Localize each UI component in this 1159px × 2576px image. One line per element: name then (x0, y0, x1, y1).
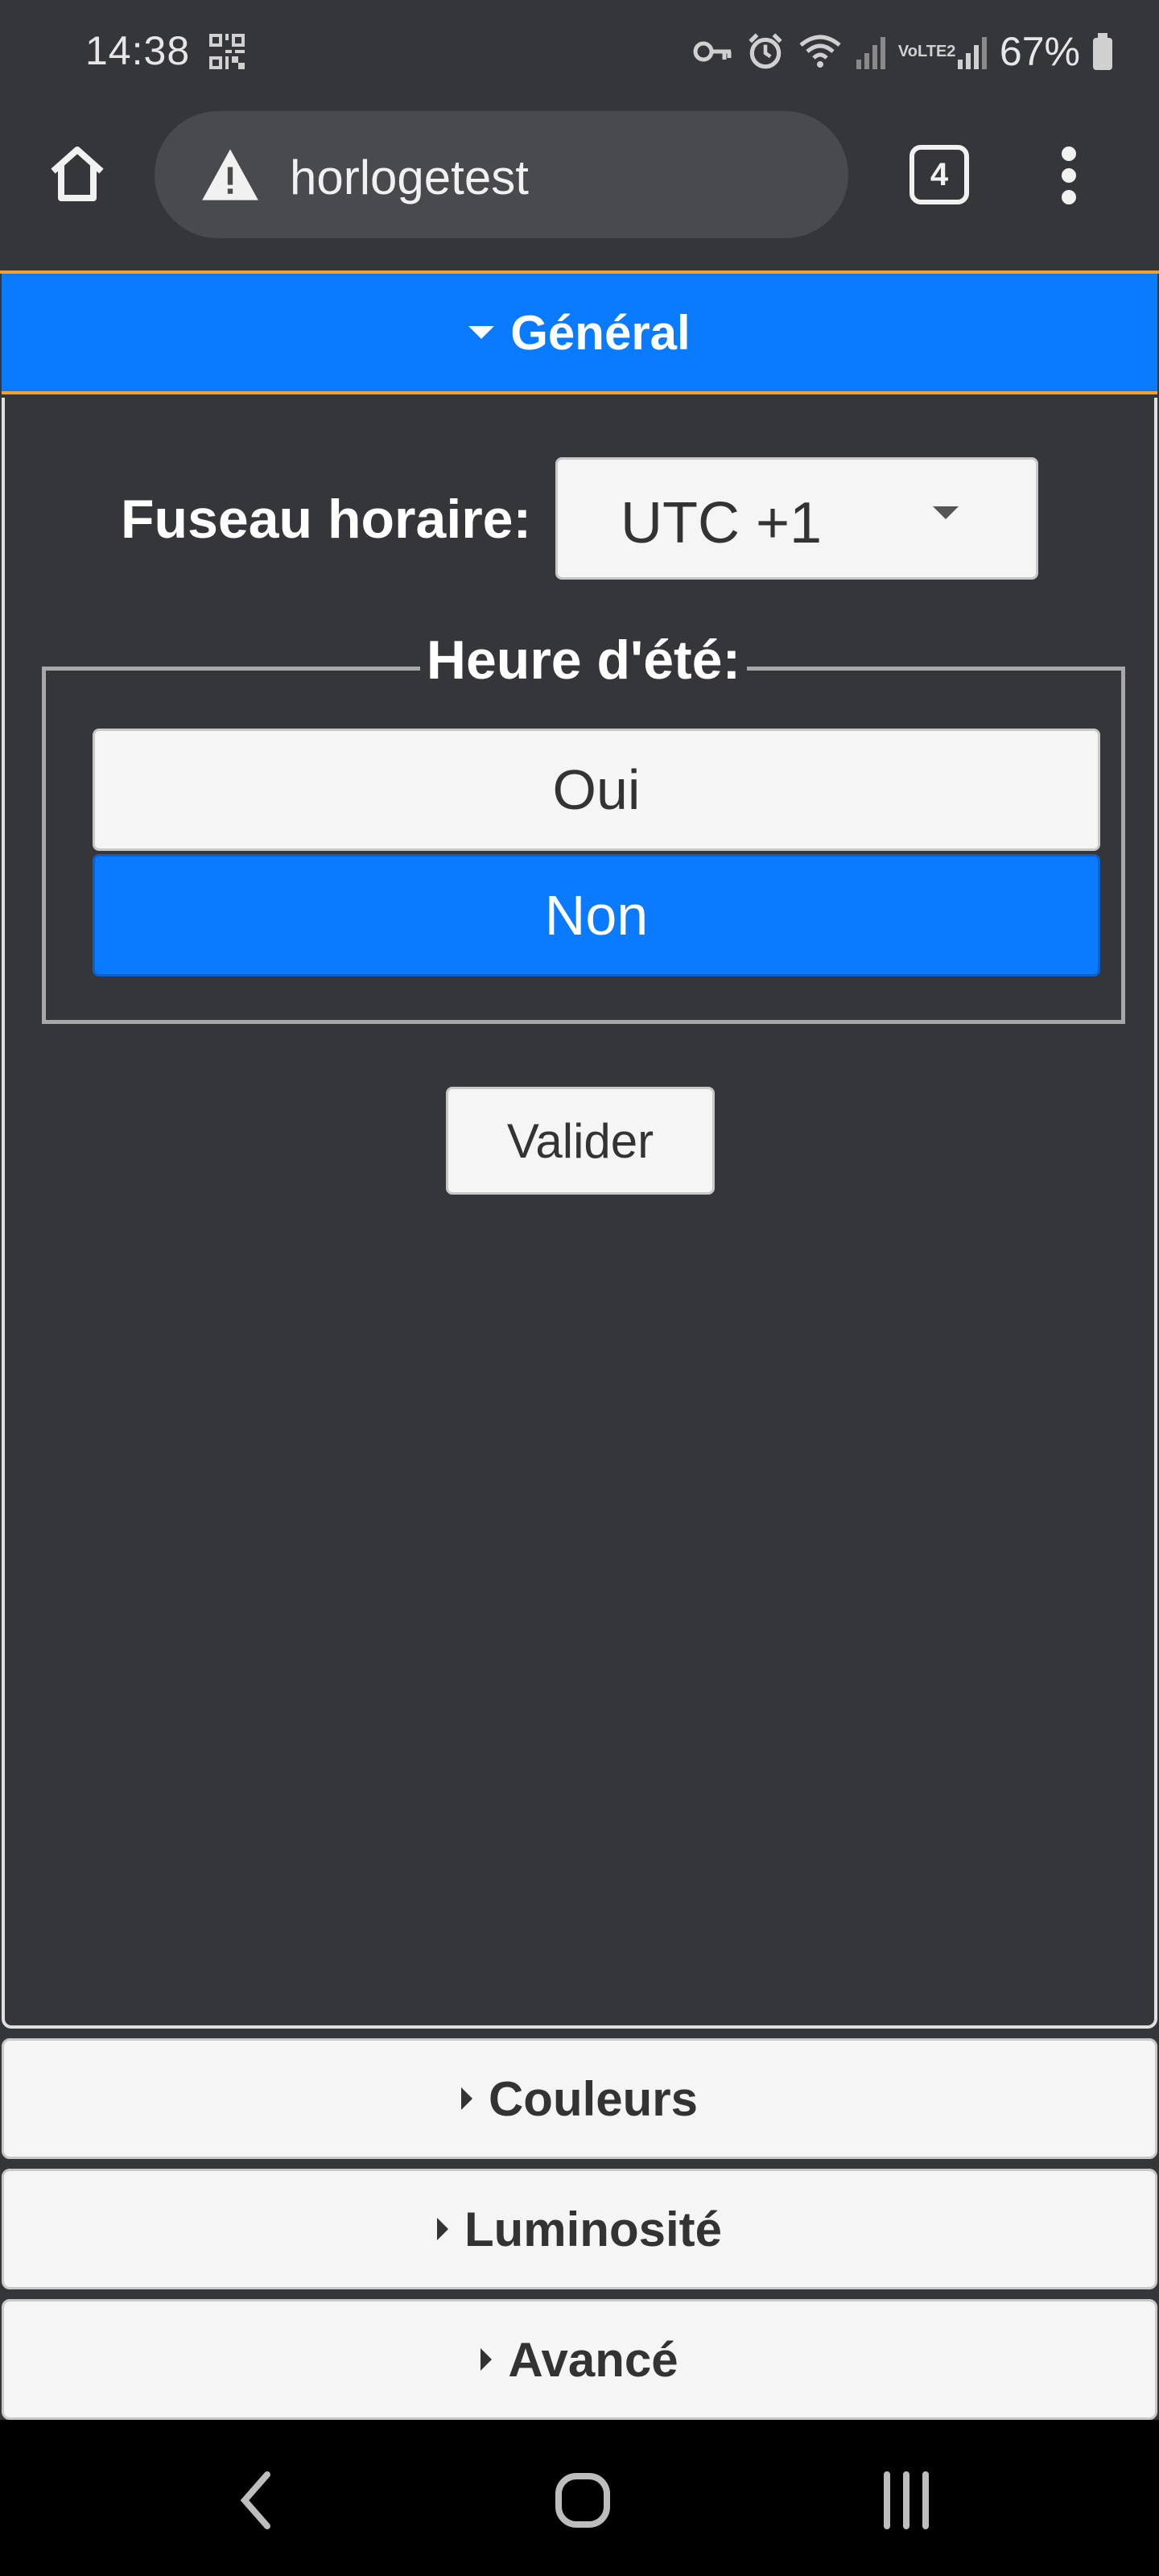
section-title-general: Général (510, 305, 691, 360)
section-header-luminosite[interactable]: Luminosité (2, 2169, 1157, 2289)
home-circle-icon (555, 2473, 610, 2528)
section-title-avance: Avancé (508, 2332, 678, 2387)
url-bar[interactable]: horlogetest (155, 111, 848, 238)
dst-legend: Heure d'été: (46, 629, 1121, 691)
section-header-general[interactable]: Général (2, 274, 1157, 394)
recents-icon (884, 2471, 929, 2529)
section-title-luminosite: Luminosité (464, 2202, 722, 2256)
tabs-button[interactable]: 4 (909, 145, 969, 204)
timezone-label: Fuseau horaire: (121, 489, 532, 550)
status-time: 14:38 (85, 28, 191, 73)
section-body-general: Fuseau horaire: UTC +1 Heure d'été: Oui … (2, 398, 1157, 2029)
signal-icon (856, 37, 885, 69)
section-header-couleurs[interactable]: Couleurs (2, 2038, 1157, 2159)
caret-down-icon (468, 326, 495, 339)
submit-button[interactable]: Valider (446, 1087, 715, 1195)
page-content: Général Fuseau horaire: UTC +1 Heure d'é… (0, 270, 1159, 2420)
menu-dot (1062, 147, 1076, 161)
menu-dot (1062, 190, 1076, 204)
chevron-down-icon (933, 506, 959, 519)
section-header-avance[interactable]: Avancé (2, 2299, 1157, 2420)
network-label: VoLTE2 (897, 43, 956, 60)
nav-back-button[interactable] (224, 2468, 288, 2533)
signal-icon (957, 37, 987, 69)
battery-icon (1093, 33, 1112, 70)
alarm-icon (749, 33, 782, 69)
dst-legend-text: Heure d'été: (419, 630, 748, 691)
menu-dot (1062, 168, 1076, 183)
tab-count: 4 (930, 156, 949, 192)
home-button[interactable] (42, 138, 113, 209)
dst-option-oui[interactable]: Oui (93, 729, 1100, 851)
back-icon (240, 2471, 270, 2529)
more-vert-icon[interactable] (1050, 137, 1088, 214)
section-title-couleurs: Couleurs (488, 2071, 699, 2126)
timezone-value: UTC +1 (621, 491, 823, 555)
battery-percent: 67% (999, 29, 1080, 74)
dst-fieldset: Heure d'été: Oui Non (42, 630, 1125, 1024)
caret-right-icon (436, 2218, 448, 2240)
warning-icon[interactable] (200, 147, 261, 203)
status-bar: 14:38 VoLTE2 67% (0, 0, 1159, 105)
timezone-select[interactable]: UTC +1 (555, 457, 1038, 580)
status-icons: VoLTE2 67% (692, 27, 1114, 76)
qr-code-icon (209, 34, 245, 69)
browser-toolbar: horlogetest 4 (0, 105, 1159, 270)
nav-home-button[interactable] (551, 2468, 615, 2533)
system-nav-bar (0, 2420, 1159, 2576)
caret-right-icon (460, 2087, 472, 2110)
url-text[interactable]: horlogetest (290, 150, 529, 205)
home-icon (51, 147, 104, 201)
caret-right-icon (481, 2348, 493, 2371)
wifi-icon (799, 35, 841, 68)
key-icon (693, 41, 732, 62)
nav-recents-button[interactable] (874, 2468, 938, 2533)
dst-option-non[interactable]: Non (93, 854, 1100, 976)
